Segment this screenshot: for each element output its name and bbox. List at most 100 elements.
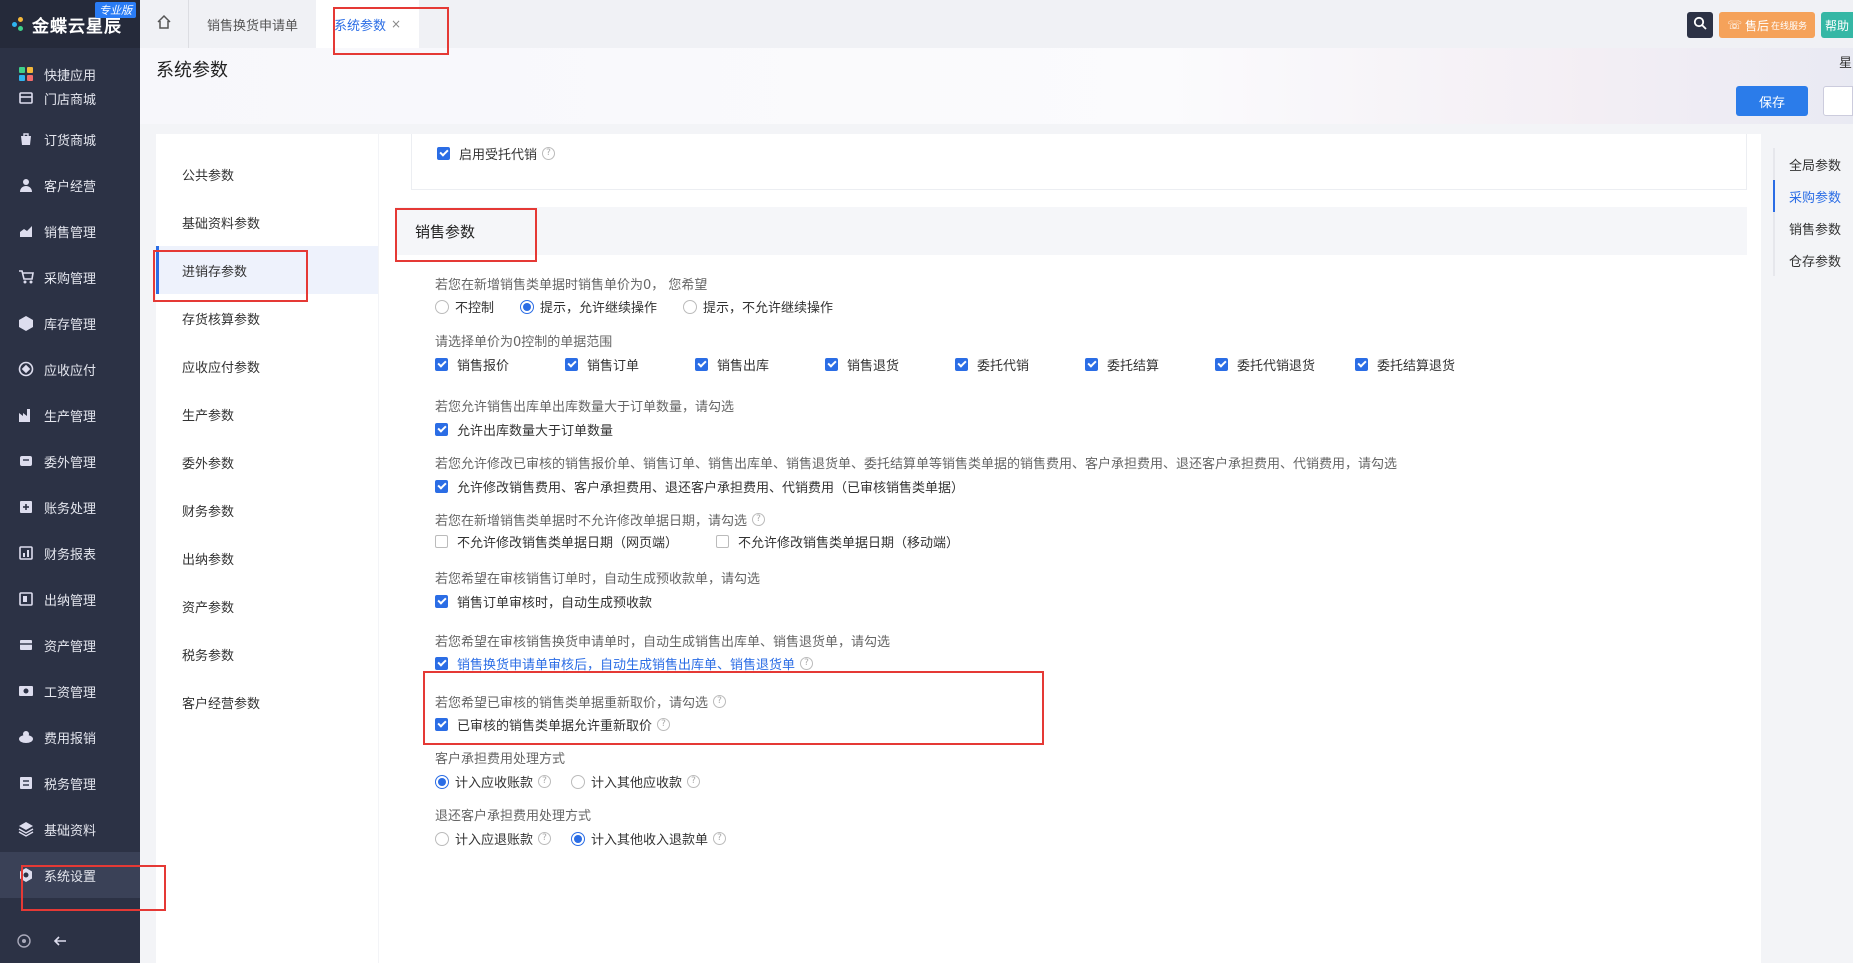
nav-item-financial-report[interactable]: 财务报表 — [0, 530, 140, 576]
nav-item-ledger[interactable]: 账务处理 — [0, 484, 140, 530]
nav-item-outsource[interactable]: 委外管理 — [0, 438, 140, 484]
menu-item-tax[interactable]: 税务参数 — [156, 630, 378, 678]
checkbox[interactable] — [1215, 358, 1228, 371]
nav-item-quick-apps[interactable]: 快捷应用 — [0, 62, 140, 86]
over-qty-option[interactable]: 允许出库数量大于订单数量 — [435, 420, 613, 439]
tab-sales-exchange[interactable]: 销售换货申请单 — [188, 0, 316, 48]
help-icon[interactable]: ? — [752, 513, 766, 526]
menu-item-costing[interactable]: 存货核算参数 — [156, 294, 378, 342]
radio-no-control[interactable]: 不控制 — [435, 297, 494, 316]
consign-checkbox[interactable] — [437, 147, 450, 160]
scope-settle[interactable]: 委托结算 — [1085, 355, 1215, 374]
reprice-option[interactable]: 已审核的销售类单据允许重新取价? — [435, 715, 671, 734]
menu-item-common[interactable]: 公共参数 — [156, 150, 378, 198]
nav-item-production[interactable]: 生产管理 — [0, 392, 140, 438]
radio[interactable] — [683, 299, 698, 314]
prepay-option[interactable]: 销售订单审核时，自动生成预收款 — [435, 592, 652, 611]
tab-system-params[interactable]: 系统参数 × — [316, 0, 420, 48]
menu-item-production[interactable]: 生产参数 — [156, 390, 378, 438]
scope-settle-return[interactable]: 委托结算退货 — [1355, 355, 1455, 374]
checkbox[interactable] — [435, 718, 448, 731]
modify-option[interactable]: 允许修改销售费用、客户承担费用、退还客户承担费用、代销费用（已审核销售类单据） — [435, 477, 964, 496]
checkbox[interactable] — [565, 358, 578, 371]
checkbox[interactable] — [1355, 358, 1368, 371]
scope-outbound[interactable]: 销售出库 — [695, 355, 825, 374]
close-icon[interactable]: × — [391, 17, 401, 31]
radio[interactable] — [435, 774, 449, 789]
radio-receivable[interactable]: 计入应收账款? — [435, 772, 552, 791]
scope-quote[interactable]: 销售报价 — [435, 355, 565, 374]
app-logo[interactable]: 金蝶云星辰 专业版 — [0, 0, 140, 48]
nav-item-basic-data[interactable]: 基础资料 — [0, 806, 140, 852]
nav-item-inventory[interactable]: 库存管理 — [0, 300, 140, 346]
menu-item-receivable[interactable]: 应收应付参数 — [156, 342, 378, 390]
checkbox[interactable] — [435, 535, 448, 548]
scope-order[interactable]: 销售订单 — [565, 355, 695, 374]
help-icon[interactable]: ? — [538, 775, 552, 788]
scope-consign[interactable]: 委托代销 — [955, 355, 1085, 374]
radio-refund-payable[interactable]: 计入应退账款? — [435, 829, 552, 848]
checkbox[interactable] — [435, 423, 448, 436]
radio[interactable] — [571, 831, 586, 846]
anchor-warehouse[interactable]: 仓存参数 — [1773, 244, 1853, 276]
date-web-option[interactable]: 不允许修改销售类单据日期（网页端） — [435, 532, 678, 551]
radio-other-receivable[interactable]: 计入其他应收款? — [571, 772, 701, 791]
date-mobile-option[interactable]: 不允许修改销售类单据日期（移动端） — [716, 532, 959, 551]
radio[interactable] — [435, 299, 449, 314]
checkbox[interactable] — [716, 535, 730, 548]
menu-item-customer[interactable]: 客户经营参数 — [156, 678, 378, 726]
help-icon[interactable]: ? — [713, 832, 727, 845]
nav-item-store[interactable]: 门店商城 — [0, 86, 140, 110]
nav-item-expense[interactable]: 费用报销 — [0, 714, 140, 760]
radio[interactable] — [520, 299, 535, 314]
menu-item-cashier[interactable]: 出纳参数 — [156, 534, 378, 582]
help-icon[interactable]: ? — [800, 657, 814, 670]
menu-item-basic-data[interactable]: 基础资料参数 — [156, 198, 378, 246]
more-button[interactable] — [1823, 86, 1853, 116]
help-icon[interactable]: ? — [542, 147, 556, 160]
help-icon[interactable]: ? — [687, 775, 701, 788]
radio-other-income-refund[interactable]: 计入其他收入退款单? — [571, 829, 727, 848]
nav-item-salary[interactable]: 工资管理 — [0, 668, 140, 714]
help-icon[interactable]: ? — [713, 695, 727, 708]
nav-item-order-mall[interactable]: 订货商城 — [0, 116, 140, 162]
checkbox[interactable] — [435, 657, 448, 670]
nav-item-customer[interactable]: 客户经营 — [0, 162, 140, 208]
checkbox[interactable] — [435, 358, 448, 371]
checkbox[interactable] — [825, 358, 838, 371]
radio[interactable] — [435, 831, 449, 846]
help-icon[interactable]: ? — [657, 718, 671, 731]
collapse-arrow-icon[interactable] — [52, 933, 68, 953]
nav-item-purchase[interactable]: 采购管理 — [0, 254, 140, 300]
anchor-purchase[interactable]: 采购参数 — [1773, 180, 1853, 212]
help-icon[interactable]: ? — [538, 832, 552, 845]
checkbox[interactable] — [695, 358, 708, 371]
radio-prompt-deny[interactable]: 提示，不允许继续操作 — [683, 297, 833, 316]
home-tab[interactable] — [140, 0, 188, 48]
radio[interactable] — [571, 774, 586, 789]
menu-item-inventory[interactable]: 进销存参数 — [156, 246, 378, 294]
checkbox[interactable] — [435, 480, 448, 493]
theme-icon[interactable] — [16, 933, 32, 953]
radio-prompt-allow[interactable]: 提示，允许继续操作 — [520, 297, 657, 316]
menu-item-asset[interactable]: 资产参数 — [156, 582, 378, 630]
anchor-global[interactable]: 全局参数 — [1773, 148, 1853, 180]
checkbox[interactable] — [1085, 358, 1098, 371]
nav-item-receivable[interactable]: 应收应付 — [0, 346, 140, 392]
scope-return[interactable]: 销售退货 — [825, 355, 955, 374]
menu-item-outsource[interactable]: 委外参数 — [156, 438, 378, 486]
checkbox[interactable] — [955, 358, 968, 371]
save-button[interactable]: 保存 — [1736, 86, 1808, 116]
search-button[interactable] — [1686, 12, 1713, 38]
nav-item-sales[interactable]: 销售管理 — [0, 208, 140, 254]
nav-item-tax[interactable]: 税务管理 — [0, 760, 140, 806]
nav-item-cashier[interactable]: 出纳管理 — [0, 576, 140, 622]
exchange-option[interactable]: 销售换货申请单审核后，自动生成销售出库单、销售退货单? — [435, 654, 814, 673]
nav-item-asset[interactable]: 资产管理 — [0, 622, 140, 668]
scope-consign-return[interactable]: 委托代销退货 — [1215, 355, 1355, 374]
service-button[interactable]: ☏ 售后 在线服务 — [1718, 12, 1815, 38]
checkbox[interactable] — [435, 595, 448, 608]
help-button[interactable]: 帮助 — [1820, 12, 1853, 38]
nav-item-system-settings[interactable]: 系统设置 — [0, 852, 140, 898]
consign-option[interactable]: 启用受托代销 ? — [437, 144, 556, 163]
